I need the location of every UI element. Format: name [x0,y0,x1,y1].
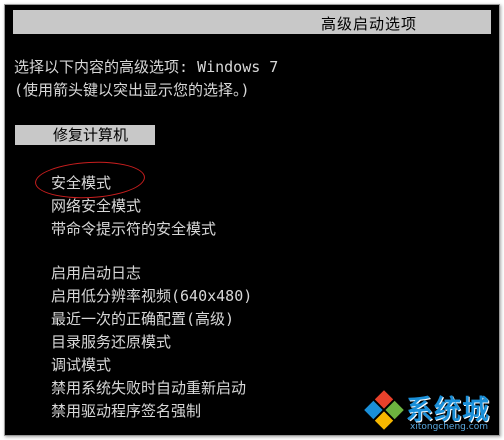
menu-item-directory-restore[interactable]: 目录服务还原模式 [51,332,171,352]
menu-item-last-known-good[interactable]: 最近一次的正确配置(高级) [51,309,234,329]
menu-item-safe-mode-command-prompt[interactable]: 带命令提示符的安全模式 [51,219,216,239]
menu-item-repair-computer[interactable]: 修复计算机 [15,125,155,145]
menu-item-disable-auto-restart[interactable]: 禁用系统失败时自动重新启动 [51,378,246,398]
watermark-url: xitongcheng.com [410,422,488,432]
menu-item-disable-driver-signing[interactable]: 禁用驱动程序签名强制 [51,401,201,421]
prompt-line-hint: (使用箭头键以突出显示您的选择。) [14,81,250,99]
red-circle-annotation [34,159,146,201]
screen-title: 高级启动选项 [321,15,418,33]
windows-logo-icon [364,390,404,430]
menu-item-label: 修复计算机 [53,126,129,144]
menu-item-safe-mode-networking[interactable]: 网络安全模式 [51,196,141,216]
prompt-line-os: 选择以下内容的高级选项: Windows 7 [14,58,279,76]
menu-item-boot-logging[interactable]: 启用启动日志 [51,263,141,283]
menu-item-low-res-video[interactable]: 启用低分辨率视频(640x480) [51,286,252,306]
menu-item-debugging-mode[interactable]: 调试模式 [51,355,111,375]
boot-options-screen: 高级启动选项 选择以下内容的高级选项: Windows 7 (使用箭头键以突出显… [4,4,500,436]
watermark: 系统城 xitongcheng.com [358,386,498,436]
title-bar: 高级启动选项 [13,10,491,34]
